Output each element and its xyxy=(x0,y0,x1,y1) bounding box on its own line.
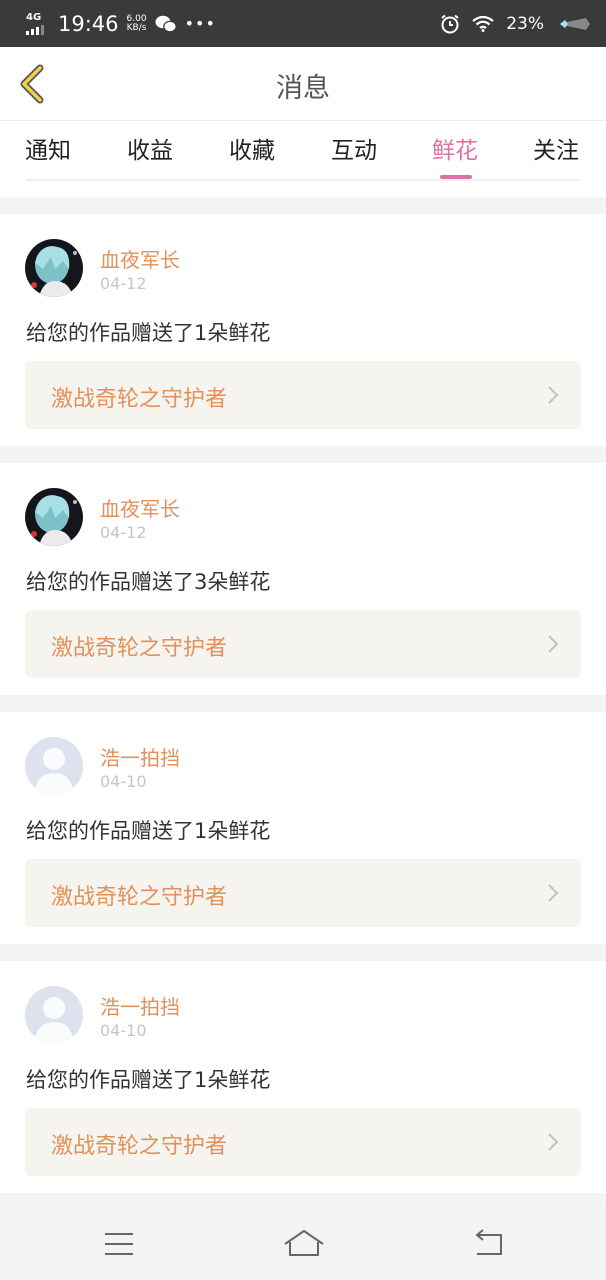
cellular-signal-icon: 4G xyxy=(26,12,50,35)
message-text: 给您的作品赠送了3朵鲜花 xyxy=(26,570,271,594)
work-link[interactable]: 激战奇轮之守护者 xyxy=(25,361,581,429)
tab-interactions[interactable]: 互动 xyxy=(331,131,377,165)
menu-icon[interactable] xyxy=(104,1226,134,1262)
message-card: 浩一拍挡 04-10 给您的作品赠送了1朵鲜花 激战奇轮之守护者 xyxy=(0,712,606,944)
return-icon[interactable] xyxy=(471,1226,505,1262)
tab-flowers[interactable]: 鲜花 xyxy=(432,131,478,179)
tab-following[interactable]: 关注 xyxy=(533,131,579,165)
tab-favorites[interactable]: 收藏 xyxy=(229,131,275,165)
work-link[interactable]: 激战奇轮之守护者 xyxy=(25,1108,581,1176)
network-speed-unit: KB/s xyxy=(126,22,147,33)
status-bar: 4G 19:46 6.00 KB/s ••• 23% xyxy=(0,0,606,47)
battery-percent: 23% xyxy=(506,13,544,34)
message-text: 给您的作品赠送了1朵鲜花 xyxy=(26,819,271,843)
wechat-icon xyxy=(155,15,177,32)
page-title: 消息 xyxy=(276,73,330,104)
chevron-right-icon xyxy=(548,884,559,902)
chevron-right-icon xyxy=(548,635,559,653)
more-notifications-icon: ••• xyxy=(184,14,216,33)
message-date: 04-10 xyxy=(100,772,147,791)
message-date: 04-12 xyxy=(100,523,147,542)
avatar[interactable] xyxy=(25,239,83,297)
tab-notifications[interactable]: 通知 xyxy=(25,131,71,165)
sender-name[interactable]: 浩一拍挡 xyxy=(100,991,180,1020)
tabs-divider xyxy=(26,179,580,181)
work-title: 激战奇轮之守护者 xyxy=(51,636,228,661)
sender-name[interactable]: 血夜军长 xyxy=(100,493,180,522)
chevron-right-icon xyxy=(548,1133,559,1151)
sender-name[interactable]: 浩一拍挡 xyxy=(100,742,180,771)
message-card: 浩一拍挡 04-10 给您的作品赠送了1朵鲜花 激战奇轮之守护者 xyxy=(0,961,606,1193)
alarm-icon xyxy=(441,14,459,33)
home-icon[interactable] xyxy=(283,1226,325,1262)
work-title: 激战奇轮之守护者 xyxy=(51,885,228,910)
system-nav-bar xyxy=(0,1208,606,1280)
chevron-right-icon xyxy=(548,386,559,404)
message-card: 血夜军长 04-12 给您的作品赠送了3朵鲜花 激战奇轮之守护者 xyxy=(0,463,606,695)
avatar[interactable] xyxy=(25,737,83,795)
message-text: 给您的作品赠送了1朵鲜花 xyxy=(26,321,271,345)
message-date: 04-10 xyxy=(100,1021,147,1040)
message-text: 给您的作品赠送了1朵鲜花 xyxy=(26,1068,271,1092)
tab-earnings[interactable]: 收益 xyxy=(127,131,173,165)
wifi-icon xyxy=(472,15,494,32)
header: 消息 xyxy=(0,47,606,121)
sender-name[interactable]: 血夜军长 xyxy=(100,244,180,273)
work-link[interactable]: 激战奇轮之守护者 xyxy=(25,859,581,927)
network-speed: 6.00 KB/s xyxy=(126,14,147,33)
message-card: 血夜军长 04-12 给您的作品赠送了1朵鲜花 激战奇轮之守护者 xyxy=(0,214,606,446)
work-title: 激战奇轮之守护者 xyxy=(51,1134,228,1159)
avatar[interactable] xyxy=(25,986,83,1044)
battery-icon xyxy=(558,17,590,30)
work-title: 激战奇轮之守护者 xyxy=(51,387,228,412)
message-date: 04-12 xyxy=(100,274,147,293)
status-time: 19:46 xyxy=(58,11,119,36)
tab-flowers-label: 鲜花 xyxy=(432,138,478,164)
avatar[interactable] xyxy=(25,488,83,546)
work-link[interactable]: 激战奇轮之守护者 xyxy=(25,610,581,678)
tab-bar: 通知 收益 收藏 互动 鲜花 关注 xyxy=(0,121,606,197)
